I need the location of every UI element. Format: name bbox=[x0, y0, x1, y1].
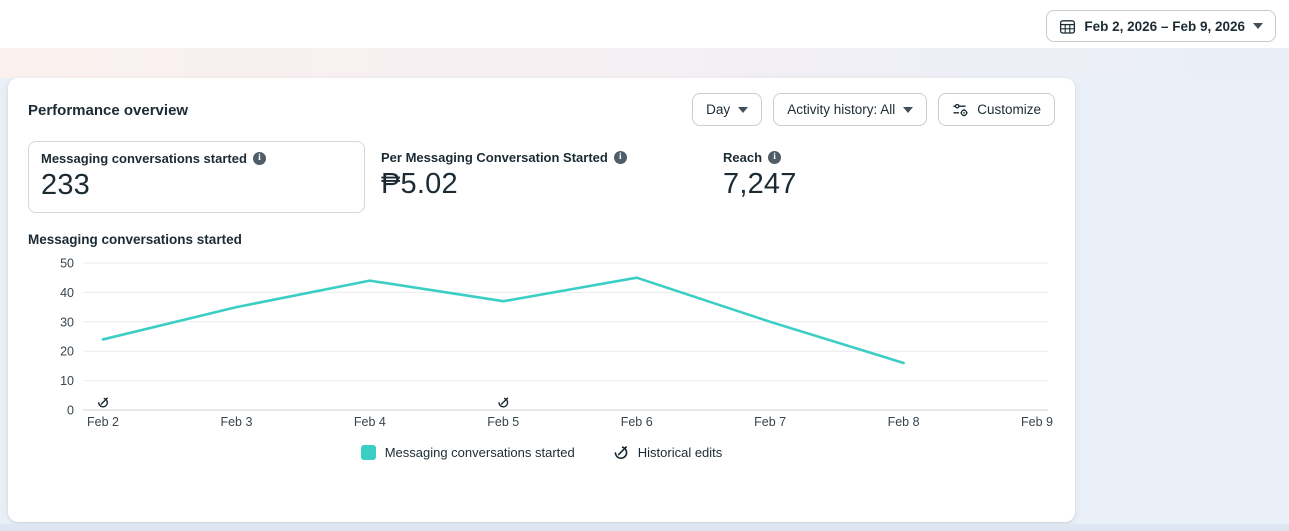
performance-overview-card: Performance overview Day Activity histor… bbox=[8, 78, 1075, 522]
info-icon[interactable]: i bbox=[768, 151, 781, 164]
date-range-label: Feb 2, 2026 – Feb 9, 2026 bbox=[1084, 19, 1245, 34]
page-title: Performance overview bbox=[28, 93, 188, 119]
info-icon[interactable]: i bbox=[614, 151, 627, 164]
svg-text:40: 40 bbox=[60, 286, 74, 300]
historical-edit-icon[interactable] bbox=[498, 398, 508, 408]
date-range-button[interactable]: Feb 2, 2026 – Feb 9, 2026 bbox=[1046, 10, 1276, 42]
metric-card-reach[interactable]: Reach i 7,247 bbox=[723, 141, 797, 201]
header-gradient-band bbox=[0, 48, 1289, 78]
svg-text:Feb 2: Feb 2 bbox=[87, 415, 119, 429]
chevron-down-icon bbox=[903, 107, 913, 113]
svg-text:10: 10 bbox=[60, 374, 74, 388]
card-header: Performance overview Day Activity histor… bbox=[8, 78, 1075, 126]
svg-text:Feb 4: Feb 4 bbox=[354, 415, 386, 429]
metric-label: Per Messaging Conversation Started bbox=[381, 150, 608, 165]
chart-title: Messaging conversations started bbox=[28, 232, 1055, 247]
line-chart: 0 10 20 30 40 50 Feb 2 Feb 3 Feb 4 Feb 5 Feb 6 Feb … bbox=[28, 253, 1063, 431]
metric-value: 233 bbox=[41, 169, 352, 202]
metric-label: Messaging conversations started bbox=[41, 151, 247, 166]
legend-item-historical-edits: Historical edits bbox=[613, 444, 723, 460]
svg-text:30: 30 bbox=[60, 315, 74, 329]
legend-series-label: Messaging conversations started bbox=[385, 445, 575, 460]
legend-edits-label: Historical edits bbox=[638, 445, 723, 460]
controls-row: Day Activity history: All bbox=[692, 93, 1055, 126]
svg-text:Feb 8: Feb 8 bbox=[888, 415, 920, 429]
svg-text:20: 20 bbox=[60, 345, 74, 359]
metric-card-messaging-conversations[interactable]: Messaging conversations started i 233 bbox=[28, 141, 365, 213]
info-icon[interactable]: i bbox=[253, 152, 266, 165]
chevron-down-icon bbox=[738, 107, 748, 113]
historical-edit-icon[interactable] bbox=[98, 398, 108, 408]
activity-history-dropdown[interactable]: Activity history: All bbox=[773, 93, 927, 126]
svg-text:Feb 9: Feb 9 bbox=[1021, 415, 1053, 429]
calendar-icon bbox=[1059, 18, 1076, 35]
svg-text:Feb 3: Feb 3 bbox=[220, 415, 252, 429]
customize-label: Customize bbox=[977, 102, 1041, 117]
svg-text:0: 0 bbox=[67, 404, 74, 418]
bottom-background-strip bbox=[0, 524, 1289, 531]
svg-text:Feb 6: Feb 6 bbox=[621, 415, 653, 429]
metric-card-cost-per-conversation[interactable]: Per Messaging Conversation Started i ₱5.… bbox=[381, 141, 723, 201]
metric-label: Reach bbox=[723, 150, 762, 165]
series-color-swatch bbox=[361, 445, 376, 460]
svg-text:50: 50 bbox=[60, 257, 74, 271]
customize-button[interactable]: Customize bbox=[938, 93, 1055, 126]
svg-text:Feb 7: Feb 7 bbox=[754, 415, 786, 429]
metric-value: 7,247 bbox=[723, 168, 797, 201]
historical-edit-icon bbox=[613, 444, 629, 460]
metrics-row: Messaging conversations started i 233 Pe… bbox=[28, 141, 1055, 213]
top-bar: Feb 2, 2026 – Feb 9, 2026 bbox=[0, 0, 1289, 48]
granularity-label: Day bbox=[706, 102, 730, 117]
granularity-dropdown[interactable]: Day bbox=[692, 93, 762, 126]
chevron-down-icon bbox=[1253, 23, 1263, 29]
svg-text:Feb 5: Feb 5 bbox=[487, 415, 519, 429]
chart-legend: Messaging conversations started Historic… bbox=[8, 444, 1075, 460]
legend-item-series: Messaging conversations started bbox=[361, 445, 575, 460]
activity-history-label: Activity history: All bbox=[787, 102, 895, 117]
customize-sliders-gear-icon bbox=[952, 102, 969, 118]
metric-value: ₱5.02 bbox=[381, 168, 723, 201]
